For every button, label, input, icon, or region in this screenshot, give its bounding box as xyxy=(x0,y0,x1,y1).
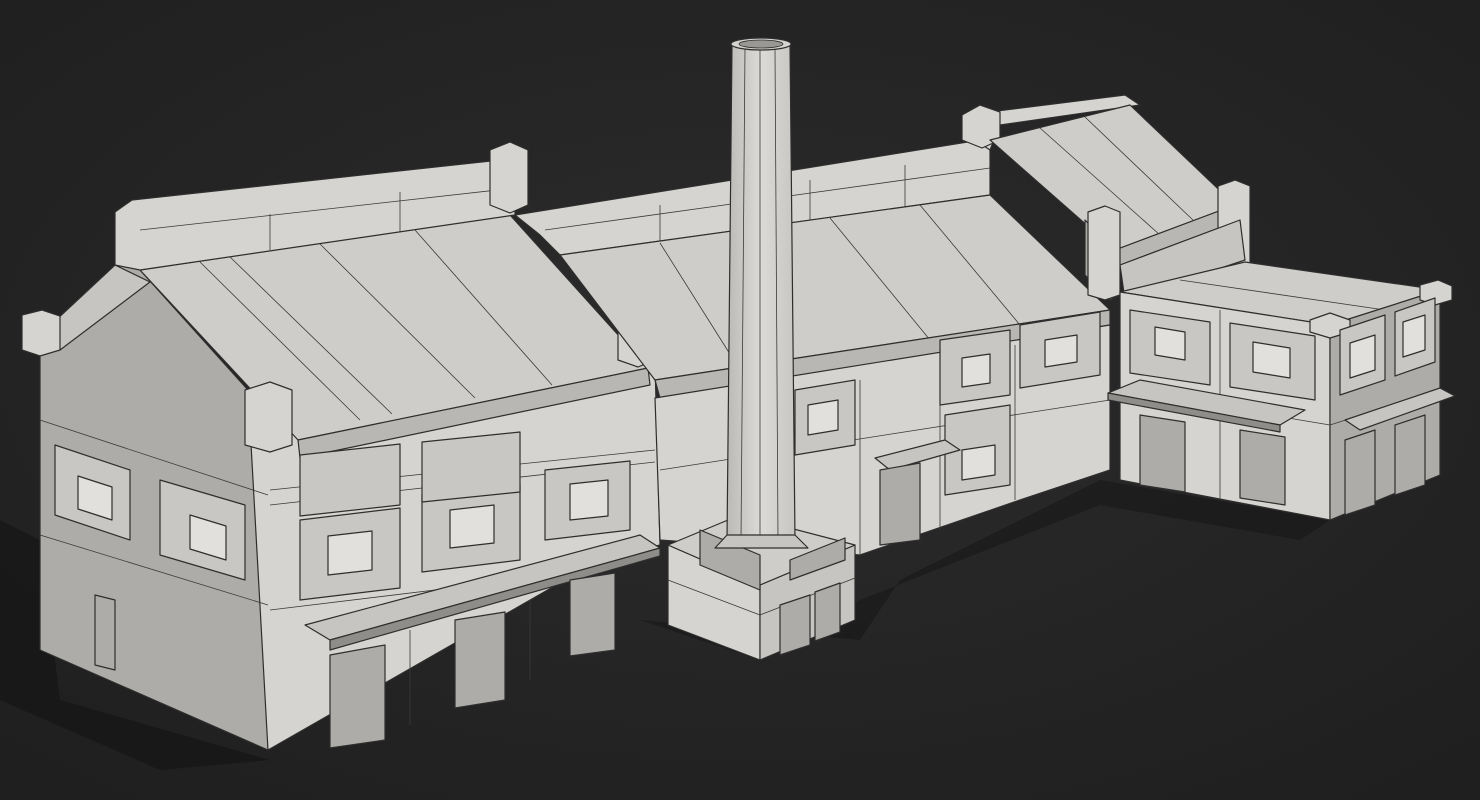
right-roof-post xyxy=(1087,205,1121,301)
factory-wireframe-render xyxy=(0,0,1480,800)
render-viewport xyxy=(0,0,1480,800)
left-roof-post-front xyxy=(244,381,293,453)
left-parapet-post xyxy=(489,141,529,214)
smokestack-shaft xyxy=(726,44,796,541)
far-right-wing xyxy=(1107,261,1456,521)
left-corner-post xyxy=(21,309,61,357)
